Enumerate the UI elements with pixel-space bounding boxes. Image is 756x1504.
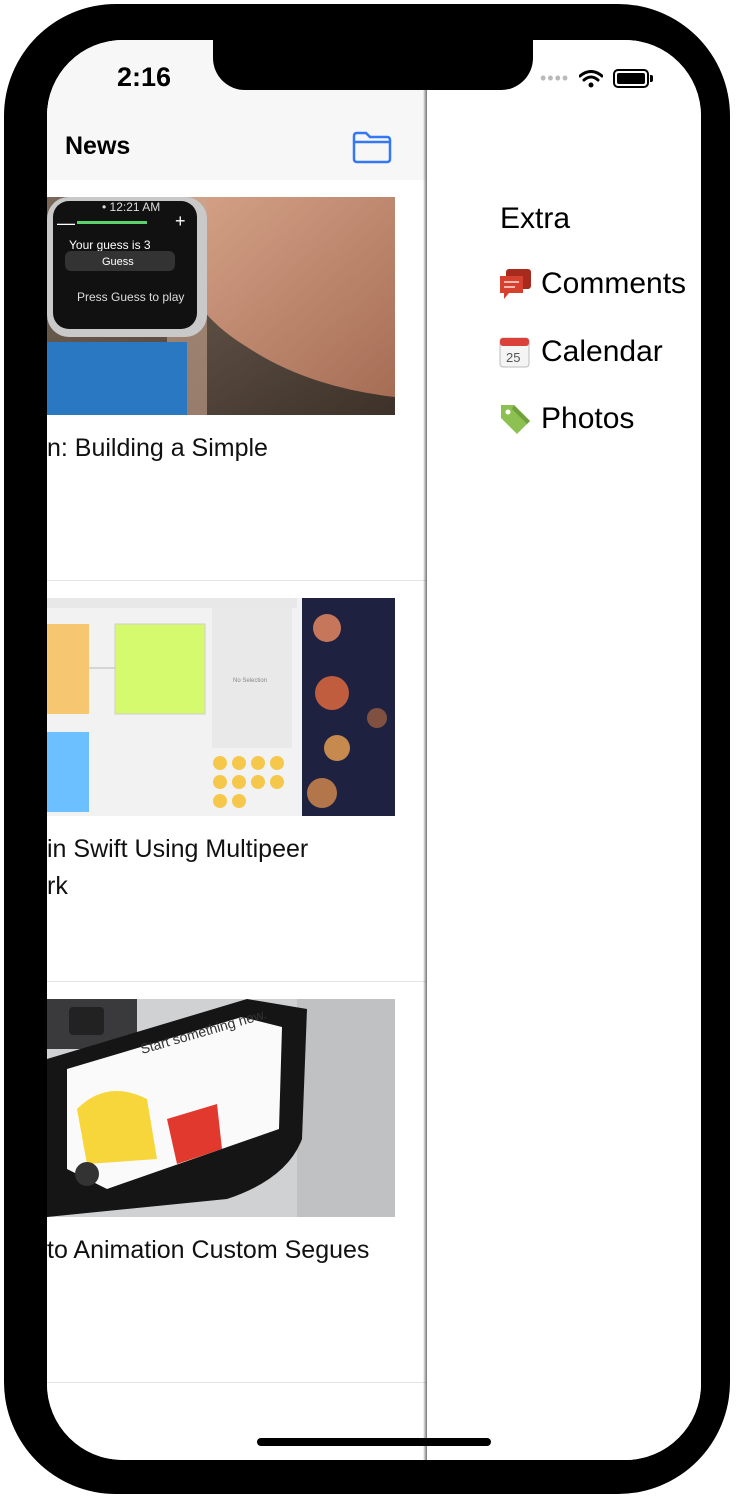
article-title: in Swift Using Multipeer rk	[47, 835, 309, 900]
svg-text:No Selection: No Selection	[233, 678, 267, 684]
home-indicator[interactable]	[257, 1438, 491, 1446]
menu-item-photos[interactable]: Photos	[497, 401, 634, 437]
folder-icon	[352, 131, 392, 164]
status-time: 2:16	[117, 62, 172, 92]
article-card[interactable]: Start something new. to Animation Custom…	[47, 982, 426, 1383]
article-image-watch: • 12:21 AM — + Your guess is 3 Guess Pre…	[47, 197, 395, 415]
article-image-storyboard: No Selection	[47, 598, 395, 816]
screen: News • 12:21 AM — + Your guess is 3 Gues…	[47, 40, 701, 1460]
article-title: to Animation Custom Segues	[47, 1236, 370, 1264]
calendar-icon: 25	[499, 337, 530, 368]
svg-text:25: 25	[506, 350, 520, 365]
drawer-title: Extra	[500, 202, 571, 235]
folder-button[interactable]	[352, 130, 392, 164]
svg-text:• 12:21 AM: • 12:21 AM	[102, 200, 160, 214]
panel-shadow-divider	[423, 40, 427, 1460]
wifi-icon	[579, 69, 604, 87]
status-indicators: ••••	[540, 68, 654, 89]
news-panel: News • 12:21 AM — + Your guess is 3 Gues…	[47, 40, 426, 1460]
notch	[213, 40, 533, 90]
extra-drawer: Extra Comments 25 Calendar Photos	[427, 40, 701, 1460]
article-card[interactable]: No Selection in Swift Using Multipeer rk	[47, 581, 426, 982]
article-image-iphone: Start something new.	[47, 999, 395, 1217]
menu-item-calendar[interactable]: 25 Calendar	[497, 334, 663, 370]
tag-icon	[501, 405, 530, 434]
page-title: News	[65, 132, 131, 160]
comments-icon	[500, 269, 531, 299]
menu-item-comments[interactable]: Comments	[497, 266, 686, 302]
signal-dots: ••••	[540, 68, 570, 88]
menu-item-label: Calendar	[541, 335, 663, 368]
svg-text:+: +	[175, 211, 186, 231]
battery-icon	[613, 69, 654, 88]
menu-item-label: Photos	[541, 402, 635, 435]
article-card[interactable]: • 12:21 AM — + Your guess is 3 Guess Pre…	[47, 180, 426, 581]
svg-text:Press Guess to play: Press Guess to play	[77, 290, 184, 304]
svg-text:Guess: Guess	[102, 256, 134, 268]
menu-item-label: Comments	[541, 267, 687, 300]
article-title: n: Building a Simple	[47, 434, 268, 462]
svg-text:—: —	[57, 213, 75, 233]
svg-text:Your guess is 3: Your guess is 3	[69, 238, 151, 252]
